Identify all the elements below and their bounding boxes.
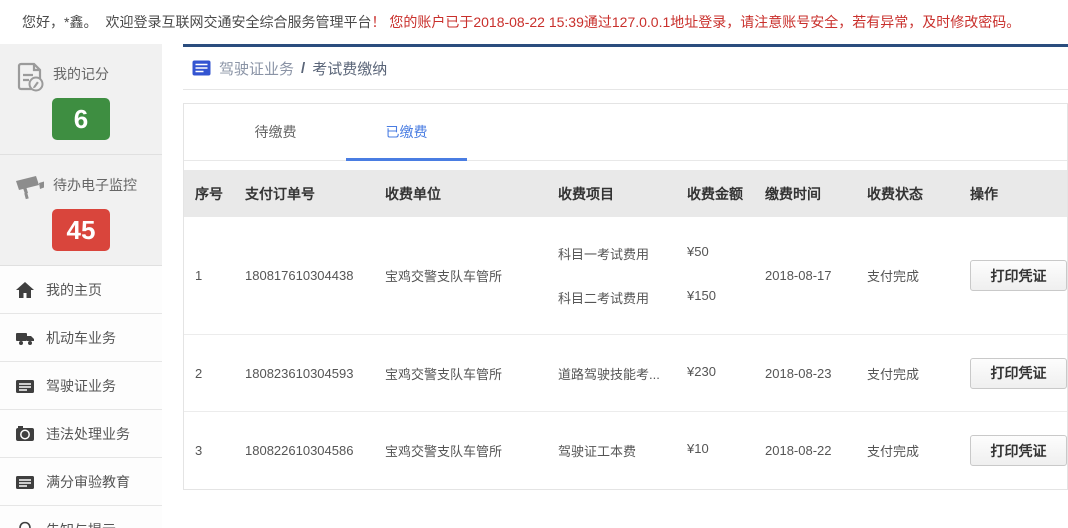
print-receipt-button[interactable]: 打印凭证 (970, 435, 1067, 466)
print-receipt-button[interactable]: 打印凭证 (970, 260, 1067, 291)
print-receipt-button[interactable]: 打印凭证 (970, 357, 1067, 389)
table-row: 1 180817610304438 宝鸡交警支队车管所 科目一考试费用 ¥50 … (184, 217, 1067, 335)
cell-payment-date: 2018-08-17 (765, 268, 832, 283)
cell-order-no: 180817610304438 (245, 268, 354, 283)
user-greeting: 您好，*鑫。 (22, 14, 98, 30)
menu-label: 机动车业务 (46, 329, 116, 346)
header-fee-amount: 收费金额 (687, 185, 743, 202)
sidebar-stat-my-points[interactable]: 我的记分 6 (0, 44, 162, 155)
menu-label: 我的主页 (46, 281, 102, 298)
sidebar-item-full-score-education[interactable]: 满分审验教育 (0, 458, 162, 506)
menu-label: 告知与提示 (46, 520, 116, 528)
fee-line: 道路驾驶技能考... ¥230 (558, 364, 765, 383)
main-content: 驾驶证业务 / 考试费缴纳 待缴费 已缴费 序号 支付订单号 收费单位 收费项目… (183, 44, 1068, 528)
cell-fee-items: 驾驶证工本费 ¥10 (558, 441, 765, 460)
sidebar: 我的记分 6 待办电子监控 45 我的主页 机动车业务 驾驶证业务 违法处理业务… (0, 44, 162, 528)
fee-item-amount: ¥150 (687, 288, 716, 303)
surveillance-badge: 45 (52, 209, 110, 251)
exam-fee-panel: 待缴费 已缴费 序号 支付订单号 收费单位 收费项目 收费金额 缴费时间 收费状… (183, 103, 1068, 490)
table-header-row: 序号 支付订单号 收费单位 收费项目 收费金额 缴费时间 收费状态 操作 (184, 170, 1067, 217)
sidebar-item-drivers-license-services[interactable]: 驾驶证业务 (0, 362, 162, 410)
login-alert-text: ！ 您的账户已于2018-08-22 15:39通过127.0.0.1地址登录，… (371, 14, 1021, 30)
cell-fee-items: 科目一考试费用 ¥50 科目二考试费用 ¥150 (558, 244, 765, 307)
tab-pending-payment[interactable]: 待缴费 (210, 104, 341, 160)
cell-payment-status: 支付完成 (867, 269, 920, 284)
score-document-icon (17, 62, 44, 92)
header-index: 序号 (195, 185, 223, 202)
table-row: 3 180822610304586 宝鸡交警支队车管所 驾驶证工本费 ¥10 2… (184, 412, 1067, 489)
points-badge: 6 (52, 98, 110, 140)
sidebar-item-violation-handling[interactable]: 违法处理业务 (0, 410, 162, 458)
table-row: 2 180823610304593 宝鸡交警支队车管所 道路驾驶技能考... ¥… (184, 335, 1067, 412)
cell-payment-date: 2018-08-23 (765, 365, 832, 381)
cell-charging-unit: 宝鸡交警支队车管所 (385, 444, 503, 459)
header-fee-item: 收费项目 (558, 185, 614, 202)
page-title: 考试费缴纳 (312, 60, 388, 78)
welcome-text: 欢迎登录互联网交通安全综合服务管理平台 (105, 14, 372, 30)
fee-line: 科目二考试费用 ¥150 (558, 288, 765, 307)
cell-index: 2 (195, 365, 203, 381)
cell-order-no: 180822610304586 (245, 443, 354, 458)
cell-payment-status: 支付完成 (867, 444, 920, 459)
header-order-no: 支付订单号 (245, 185, 315, 202)
breadcrumb-section[interactable]: 驾驶证业务 (219, 58, 294, 79)
header-charging-unit: 收费单位 (385, 185, 441, 202)
fee-item-amount: ¥230 (687, 363, 716, 379)
cctv-camera-icon (16, 176, 44, 200)
stat-label: 待办电子监控 (53, 177, 137, 193)
fee-item-name: 科目二考试费用 (558, 291, 650, 306)
cell-payment-date: 2018-08-22 (765, 443, 832, 458)
cell-fee-items: 道路驾驶技能考... ¥230 (558, 364, 765, 383)
camera-icon (16, 425, 34, 441)
truck-icon (16, 332, 34, 345)
sidebar-stat-pending-surveillance[interactable]: 待办电子监控 45 (0, 155, 162, 266)
page-body: 我的记分 6 待办电子监控 45 我的主页 机动车业务 驾驶证业务 违法处理业务… (0, 44, 1068, 528)
breadcrumb: 驾驶证业务 / 考试费缴纳 (183, 47, 1068, 90)
fee-item-name: 道路驾驶技能考... (558, 366, 660, 382)
menu-label: 满分审验教育 (46, 473, 130, 490)
id-card-icon (192, 60, 211, 76)
fee-item-name: 科目一考试费用 (558, 247, 650, 262)
breadcrumb-separator: / (301, 59, 306, 77)
id-card-icon (16, 475, 34, 489)
cell-index: 3 (195, 443, 203, 458)
stat-label: 我的记分 (53, 66, 109, 82)
sidebar-item-my-homepage[interactable]: 我的主页 (0, 266, 162, 314)
tab-paid[interactable]: 已缴费 (341, 104, 472, 161)
fee-line: 驾驶证工本费 ¥10 (558, 441, 765, 460)
home-icon (16, 281, 34, 298)
welcome-banner: 您好，*鑫。 欢迎登录互联网交通安全综合服务管理平台 ！ 您的账户已于2018-… (0, 0, 1068, 44)
header-actions: 操作 (970, 185, 998, 202)
id-card-icon (16, 379, 34, 393)
cell-index: 1 (195, 268, 203, 283)
sidebar-item-notices-tips[interactable]: 告知与提示 (0, 506, 162, 528)
cell-charging-unit: 宝鸡交警支队车管所 (385, 366, 503, 382)
header-payment-date: 缴费时间 (765, 185, 821, 202)
menu-label: 驾驶证业务 (46, 377, 116, 394)
fee-item-amount: ¥10 (687, 441, 709, 456)
bell-icon (19, 521, 31, 528)
fee-tabs: 待缴费 已缴费 (184, 104, 1067, 161)
fee-item-amount: ¥50 (687, 244, 709, 259)
sidebar-item-vehicle-services[interactable]: 机动车业务 (0, 314, 162, 362)
cell-payment-status: 支付完成 (867, 366, 920, 382)
menu-label: 违法处理业务 (46, 425, 130, 442)
fee-line: 科目一考试费用 ¥50 (558, 244, 765, 263)
cell-charging-unit: 宝鸡交警支队车管所 (385, 269, 503, 284)
header-payment-status: 收费状态 (867, 185, 923, 202)
fee-item-name: 驾驶证工本费 (558, 444, 637, 459)
cell-order-no: 180823610304593 (245, 365, 354, 381)
